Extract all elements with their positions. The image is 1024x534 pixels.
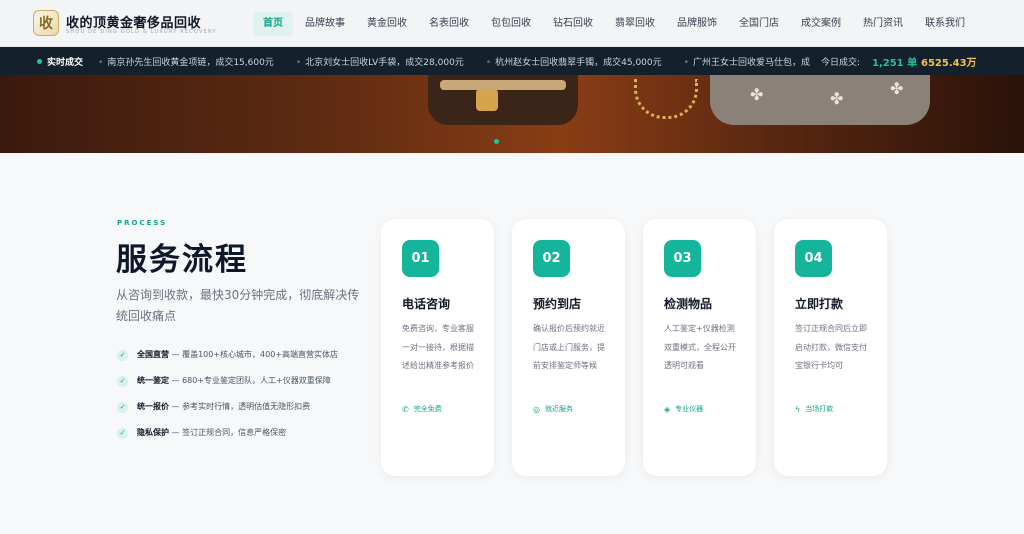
check-icon: ✓: [117, 376, 128, 387]
site-header: 收 收的顶黄金奢侈品回收 SHOU DE DING GOLD & LUXURY …: [0, 0, 1024, 47]
check-icon: ✓: [117, 350, 128, 361]
step-tag-label: 就近服务: [544, 405, 573, 413]
feature-text: 统一鉴定 — 680+专业鉴定团队，人工+仪器双重保障: [137, 374, 331, 388]
step-number: 01: [402, 240, 439, 277]
step-number: 02: [533, 240, 570, 277]
ticker-label: 实时成交: [47, 58, 84, 68]
carousel-dot[interactable]: [494, 139, 499, 144]
check-icon: ✓: [117, 402, 128, 413]
today-deals-amount: 6525.43万: [921, 58, 977, 69]
main-nav: 首页 品牌故事 黄金回收 名表回收 包包回收 钻石回收 翡翠回收 品牌服饰 全国…: [253, 12, 977, 36]
monogram-flower-icon: ✤: [890, 79, 904, 98]
ticker-message: 南京孙先生回收黄金项链，成交15,600元: [98, 55, 274, 68]
feature-item: ✓ 隐私保护 — 签订正规合同，信息严格保密: [117, 426, 367, 440]
step-title: 立即打款: [795, 297, 844, 311]
step-tag-label: 完全免费: [413, 405, 442, 413]
nav-item-watch[interactable]: 名表回收: [419, 12, 479, 36]
hero-banner-image[interactable]: ✤ ✤ ✤: [0, 75, 1024, 153]
section-title: 服务流程: [116, 242, 248, 278]
process-steps: 01 电话咨询 免费咨询，专业客服一对一接待，根据描述给出精准参考报价 ✆ 完全免…: [381, 219, 905, 476]
bolt-icon: ϟ: [795, 404, 801, 414]
step-tag-label: 当场打款: [805, 405, 834, 413]
nav-item-news[interactable]: 热门资讯: [853, 12, 913, 36]
section-description: 从咨询到收款，最快30分钟完成，彻底解决传统回收痛点: [116, 288, 360, 323]
feature-title: 统一报价: [137, 402, 169, 411]
bag-strap-shape: [440, 80, 566, 90]
feature-item: ✓ 统一鉴定 — 680+专业鉴定团队，人工+仪器双重保障: [117, 374, 367, 388]
feature-detail: — 签订正规合同，信息严格保密: [169, 428, 287, 437]
step-card-appointment[interactable]: 02 预约到店 确认报价后预约就近门店或上门服务，提前安排鉴定师等候 ◎ 就近服务: [512, 219, 625, 476]
feature-list: ✓ 全国直营 — 覆盖100+核心城市，400+高端直营实体店 ✓ 统一鉴定 —…: [117, 348, 367, 452]
nav-item-stores[interactable]: 全国门店: [729, 12, 789, 36]
ticker-message: 广州王女士回收爱马仕包，成交68,000元: [684, 55, 810, 68]
step-tag-label: 专业仪器: [675, 405, 704, 413]
step-description: 免费咨询，专业客服一对一接待，根据描述给出精准参考报价: [402, 324, 474, 370]
feature-title: 隐私保护: [137, 428, 169, 437]
chain-shape: [634, 79, 698, 119]
ticker-message: 杭州赵女士回收翡翠手镯，成交45,000元: [486, 55, 662, 68]
step-title: 检测物品: [664, 297, 713, 311]
step-title: 预约到店: [533, 297, 582, 311]
check-icon: ✓: [117, 428, 128, 439]
feature-text: 统一报价 — 参考实时行情，透明估值无隐形扣费: [137, 400, 310, 414]
step-tag: ◈ 专业仪器: [664, 404, 703, 414]
nav-item-diamond[interactable]: 钻石回收: [543, 12, 603, 36]
feature-title: 全国直营: [137, 350, 169, 359]
monogram-flower-icon: ✤: [830, 89, 844, 108]
step-tag: ◎ 就近服务: [533, 404, 573, 414]
nav-item-brand-story[interactable]: 品牌故事: [295, 12, 355, 36]
step-number: 04: [795, 240, 832, 277]
live-dot-icon: [37, 59, 42, 64]
nav-item-jade[interactable]: 翡翠回收: [605, 12, 665, 36]
ticker-message: 北京刘女士回收LV手袋，成交28,000元: [296, 55, 464, 68]
step-number: 03: [664, 240, 701, 277]
feature-item: ✓ 统一报价 — 参考实时行情，透明估值无隐形扣费: [117, 400, 367, 414]
step-description: 签订正规合同后立即启动打款，微信支付宝银行卡均可: [795, 324, 867, 370]
location-icon: ◎: [533, 404, 540, 414]
step-card-payment[interactable]: 04 立即打款 签订正规合同后立即启动打款，微信支付宝银行卡均可 ϟ 当场打款: [774, 219, 887, 476]
feature-text: 全国直营 — 覆盖100+核心城市，400+高端直营实体店: [137, 348, 338, 362]
section-tag: PROCESS: [117, 219, 168, 227]
nav-item-apparel[interactable]: 品牌服饰: [667, 12, 727, 36]
feature-item: ✓ 全国直营 — 覆盖100+核心城市，400+高端直营实体店: [117, 348, 367, 362]
bag-lock-shape: [476, 89, 498, 111]
monogram-flower-icon: ✤: [750, 85, 764, 104]
phone-icon: ✆: [402, 404, 409, 414]
step-title: 电话咨询: [402, 297, 451, 311]
nav-item-cases[interactable]: 成交案例: [791, 12, 851, 36]
logo-icon[interactable]: 收: [33, 10, 59, 36]
step-tag: ϟ 当场打款: [795, 404, 833, 414]
nav-item-bag[interactable]: 包包回收: [481, 12, 541, 36]
logo-char: 收: [39, 16, 53, 32]
step-card-phone[interactable]: 01 电话咨询 免费咨询，专业客服一对一接待，根据描述给出精准参考报价 ✆ 完全免…: [381, 219, 494, 476]
step-tag: ✆ 完全免费: [402, 404, 442, 414]
feature-detail: — 680+专业鉴定团队，人工+仪器双重保障: [169, 376, 331, 385]
today-deals-label: 今日成交:: [821, 58, 861, 68]
feature-title: 统一鉴定: [137, 376, 169, 385]
brand-subtitle: SHOU DE DING GOLD & LUXURY RECOVERY: [66, 29, 217, 35]
feature-detail: — 覆盖100+核心城市，400+高端直营实体店: [169, 350, 339, 359]
monogram-bag-illustration: ✤ ✤ ✤: [710, 75, 930, 125]
step-description: 确认报价后预约就近门店或上门服务，提前安排鉴定师等候: [533, 324, 605, 370]
shield-icon: ◈: [664, 404, 671, 414]
today-deals-count: 1,251 单: [872, 58, 918, 69]
nav-item-home[interactable]: 首页: [253, 12, 293, 36]
nav-item-contact[interactable]: 联系我们: [915, 12, 975, 36]
ticker-messages: 南京孙先生回收黄金项链，成交15,600元 北京刘女士回收LV手袋，成交28,0…: [98, 55, 810, 68]
nav-item-gold[interactable]: 黄金回收: [357, 12, 417, 36]
step-card-inspection[interactable]: 03 检测物品 人工鉴定+仪器检测双重模式，全程公开透明可观看 ◈ 专业仪器: [643, 219, 756, 476]
feature-text: 隐私保护 — 签订正规合同，信息严格保密: [137, 426, 286, 440]
feature-detail: — 参考实时行情，透明估值无隐形扣费: [169, 402, 311, 411]
live-deals-ticker: 实时成交 南京孙先生回收黄金项链，成交15,600元 北京刘女士回收LV手袋，成…: [0, 47, 1024, 75]
step-description: 人工鉴定+仪器检测双重模式，全程公开透明可观看: [664, 324, 736, 370]
